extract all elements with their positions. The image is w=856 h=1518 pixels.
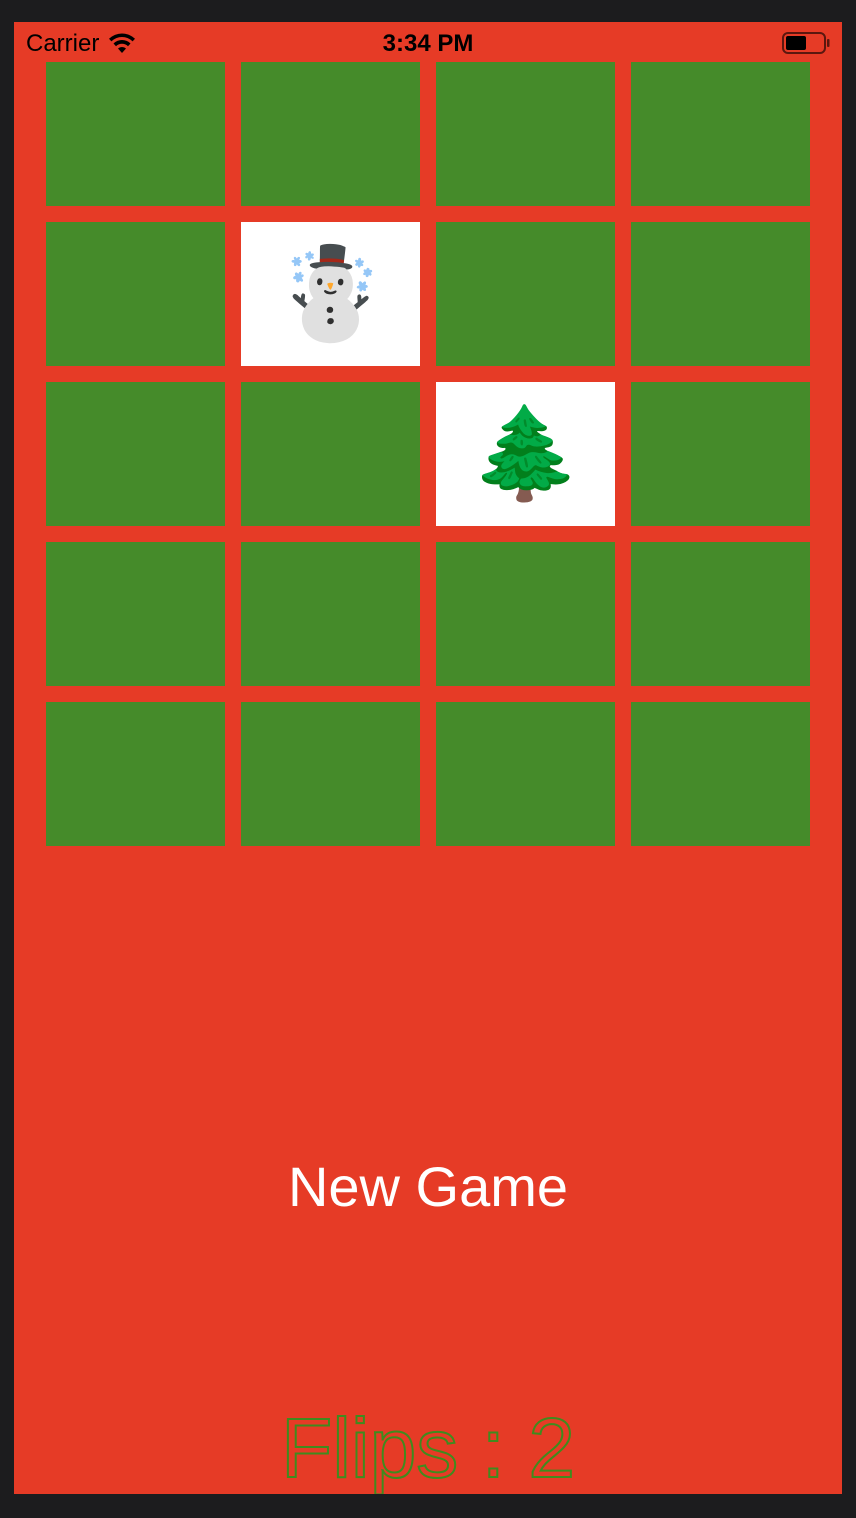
card-2[interactable] (241, 62, 420, 206)
card-5[interactable] (46, 222, 225, 366)
card-16[interactable] (631, 542, 810, 686)
card-8[interactable] (631, 222, 810, 366)
new-game-container: New Game (14, 1150, 842, 1223)
flips-count-label: Flips : 2 (280, 1400, 576, 1494)
card-10[interactable] (241, 382, 420, 526)
card-7[interactable] (436, 222, 615, 366)
card-20[interactable] (631, 702, 810, 846)
card-4[interactable] (631, 62, 810, 206)
card-15[interactable] (436, 542, 615, 686)
snowman-icon: ☃️ (274, 244, 387, 344)
battery-icon (782, 32, 830, 54)
card-13[interactable] (46, 542, 225, 686)
card-18[interactable] (241, 702, 420, 846)
card-3[interactable] (436, 62, 615, 206)
card-19[interactable] (436, 702, 615, 846)
card-grid: ☃️ 🌲 (46, 62, 810, 846)
card-17[interactable] (46, 702, 225, 846)
status-bar: Carrier 3:34 PM (14, 22, 842, 62)
card-14[interactable] (241, 542, 420, 686)
app-screen: Carrier 3:34 PM ☃️ 🌲 New Game Flips : 2 (14, 22, 842, 1494)
christmas-tree-icon: 🌲 (469, 404, 582, 504)
card-6[interactable]: ☃️ (241, 222, 420, 366)
card-1[interactable] (46, 62, 225, 206)
card-12[interactable] (631, 382, 810, 526)
card-11[interactable]: 🌲 (436, 382, 615, 526)
status-time: 3:34 PM (382, 30, 474, 57)
card-9[interactable] (46, 382, 225, 526)
new-game-button[interactable]: New Game (276, 1150, 580, 1223)
